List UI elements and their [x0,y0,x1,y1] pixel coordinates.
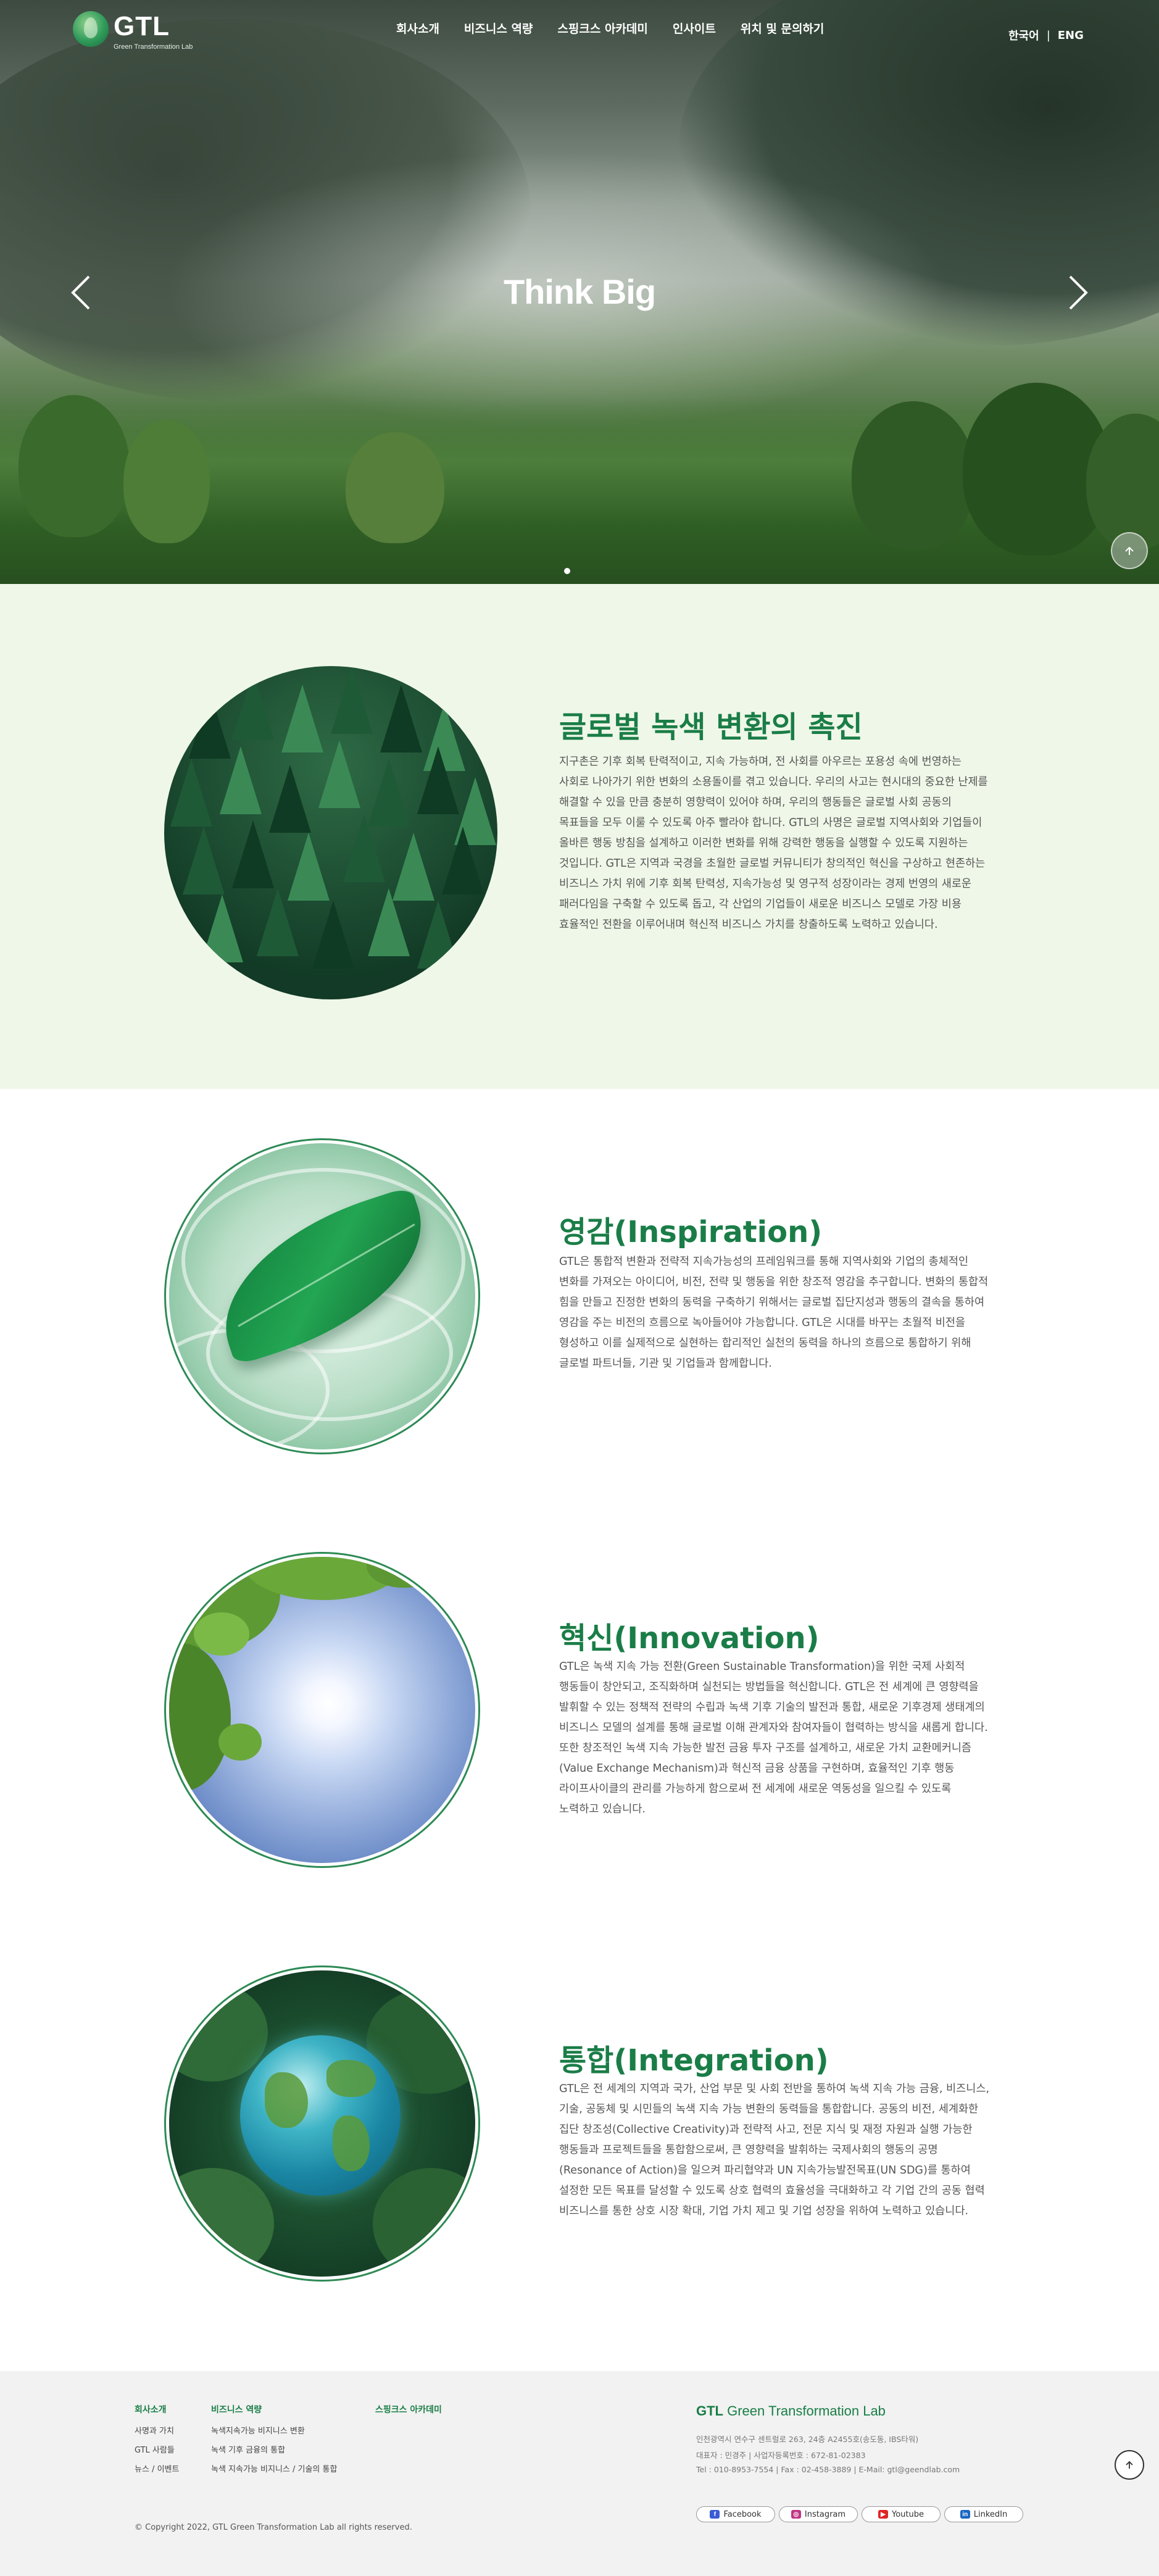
footer-link-news[interactable]: 뉴스 / 이벤트 [135,2462,179,2474]
youtube-label: Youtube [892,2509,924,2519]
forest-image [164,666,497,999]
section-title-global: 글로벌 녹색 변환의 촉진 [559,710,863,744]
sunlight-leaves-image [169,1557,475,1863]
arrow-up-icon [1126,2461,1133,2469]
footer-link-green-business[interactable]: 녹색지속가능 비지니스 변환 [211,2424,305,2436]
instagram-label: Instagram [804,2509,846,2519]
footer-brand: GTL Green Transformation Lab [696,2403,886,2419]
section-body-integration: GTL은 전 세계의 지역과 국가, 산업 부문 및 사회 전반을 통하여 녹색… [559,2083,990,2217]
section-body-inspiration: GTL은 통합적 변환과 전략적 지속가능성의 프레임워크를 통해 지역사회와 … [559,1256,989,1370]
copyright-text: © Copyright 2022, GTL Green Transformati… [135,2523,412,2532]
slider-next-arrow-icon[interactable] [1065,274,1090,311]
section-title-inspiration: 영감(Inspiration) [559,1215,823,1249]
footer-registration: 대표자 : 민경주 | 사업자등록번호 : 672-81-02383 [696,2451,866,2460]
menu-academy[interactable]: 스핑크스 아카데미 [557,20,647,36]
slider-prev-arrow-icon[interactable] [69,274,94,311]
scroll-top-button[interactable] [1111,532,1148,569]
footer-heading-about[interactable]: 회사소개 [135,2403,167,2416]
menu-about[interactable]: 회사소개 [396,20,439,36]
footer-link-mission[interactable]: 사명과 가치 [135,2424,174,2436]
footer-address: 인천광역시 연수구 센트럴로 263, 24층 A2455호(송도동, IBS타… [696,2435,919,2444]
footer-brand-bold: GTL [696,2403,723,2419]
section-body-global: 지구촌은 기후 회복 탄력적이고, 지속 가능하며, 전 사회를 아우르는 포용… [559,756,988,931]
section-integration: 통합(Integration) GTL은 전 세계의 지역과 국가, 산업 부문… [0,1916,1159,2371]
hero-forest [0,383,1159,584]
lang-separator: | [1046,28,1050,42]
site-footer: 회사소개 사명과 가치 GTL 사람들 뉴스 / 이벤트 비즈니스 역량 녹색지… [0,2371,1159,2576]
logo-text: GTL [114,11,170,41]
instagram-icon: ◎ [791,2510,801,2519]
slider-pagination-dot[interactable] [564,568,570,574]
facebook-button[interactable]: f Facebook [696,2506,775,2522]
lang-ko-link[interactable]: 한국어 [1008,27,1039,43]
leaf-water-image [169,1143,475,1449]
gtl-logo[interactable]: GTL Green Transformation Lab [73,9,196,51]
footer-heading-academy[interactable]: 스핑크스 아카데미 [375,2403,442,2416]
footer-contact: Tel : 010-8953-7554 | Fax : 02-458-3889 … [696,2465,960,2474]
footer-link-tech-integration[interactable]: 녹색 지속가능 비지니스 / 기술의 통합 [211,2462,337,2474]
footer-brand-name: Green Transformation Lab [723,2403,886,2419]
lang-en-link[interactable]: ENG [1058,29,1084,42]
hero-title: Think Big [503,272,656,311]
linkedin-label: LinkedIn [973,2509,1008,2519]
globe-icon [240,2035,401,2196]
youtube-icon: ▶ [878,2510,888,2519]
globe-leaf-icon [73,11,109,47]
logo-subtitle: Green Transformation Lab [114,43,193,51]
menu-business[interactable]: 비즈니스 역량 [464,20,533,36]
section-title-innovation: 혁신(Innovation) [559,1621,820,1656]
footer-link-climate-finance[interactable]: 녹색 기후 금융의 통합 [211,2443,285,2455]
footer-heading-business[interactable]: 비즈니스 역량 [211,2403,262,2416]
hero-banner: GTL Green Transformation Lab 회사소개 비즈니스 역… [0,0,1159,584]
earth-in-forest-image [169,1970,475,2277]
youtube-button[interactable]: ▶ Youtube [862,2506,941,2522]
section-title-integration: 통합(Integration) [559,2043,829,2078]
menu-contact[interactable]: 위치 및 문의하기 [741,20,825,36]
top-navigation: GTL Green Transformation Lab 회사소개 비즈니스 역… [0,0,1159,59]
language-switcher: 한국어 | ENG [1008,27,1084,43]
footer-scroll-top-button[interactable] [1115,2450,1144,2480]
facebook-label: Facebook [723,2509,762,2519]
arrow-up-icon [1125,546,1134,555]
section-inspiration: 영감(Inspiration) GTL은 통합적 변환과 전략적 지속가능성의 … [0,1089,1159,1503]
facebook-icon: f [710,2510,720,2519]
footer-link-people[interactable]: GTL 사람들 [135,2443,175,2455]
menu-insight[interactable]: 인사이트 [673,20,716,36]
linkedin-button[interactable]: in LinkedIn [944,2506,1023,2522]
section-innovation: 혁신(Innovation) GTL은 녹색 지속 가능 전환(Green Su… [0,1503,1159,1916]
section-body-innovation: GTL은 녹색 지속 가능 전환(Green Sustainable Trans… [559,1661,988,1815]
main-menu: 회사소개 비즈니스 역량 스핑크스 아카데미 인사이트 위치 및 문의하기 [396,20,849,36]
linkedin-icon: in [960,2510,970,2519]
instagram-button[interactable]: ◎ Instagram [779,2506,858,2522]
section-global-transformation: 글로벌 녹색 변환의 촉진 지구촌은 기후 회복 탄력적이고, 지속 가능하며,… [0,584,1159,1089]
